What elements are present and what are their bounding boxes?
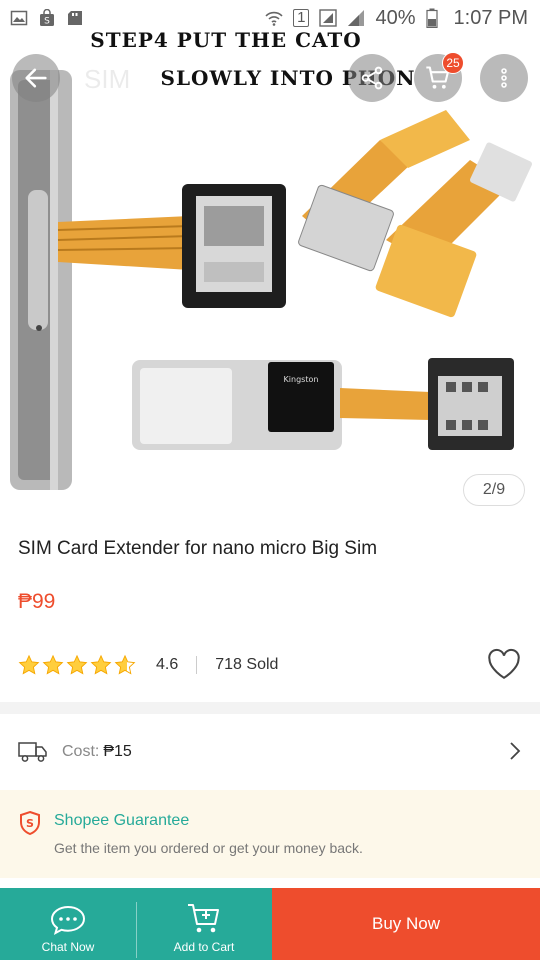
rating-row: 4.6 718 Sold: [18, 648, 522, 680]
photo-sd-icon: [68, 11, 82, 25]
divider: [196, 656, 198, 674]
guarantee-title: Shopee Guarantee: [54, 812, 190, 829]
divider: [136, 902, 137, 958]
product-image-carousel[interactable]: Kingston SIM STEP4 PUT THE CATO SLOWLY I…: [0, 0, 540, 520]
rating-stars: [18, 654, 136, 676]
product-price: ₱99: [18, 590, 56, 613]
heart-icon[interactable]: [486, 648, 522, 680]
chevron-right-icon: [510, 742, 521, 760]
sim-slot-badge: 1: [293, 9, 310, 27]
svg-text:S: S: [26, 817, 34, 830]
shield-icon: S: [20, 810, 40, 836]
svg-text:S: S: [44, 17, 50, 27]
star-icon: [90, 654, 112, 675]
signal-icon: [319, 9, 338, 27]
add-to-cart-label: Add to Cart: [173, 940, 235, 954]
shopping-bag-icon: S: [40, 9, 54, 27]
back-button[interactable]: [12, 54, 60, 102]
share-button[interactable]: [348, 54, 396, 102]
cart-button[interactable]: 25: [414, 52, 464, 102]
star-icon: [42, 654, 64, 675]
image-page-indicator: 2/9: [463, 474, 525, 506]
wifi-icon: [265, 11, 283, 26]
star-half-icon: [114, 654, 136, 675]
chat-icon: [50, 905, 86, 935]
chat-now-button[interactable]: Chat Now: [0, 888, 136, 960]
shipping-cost-value: ₱15: [103, 743, 132, 760]
guarantee-description: Get the item you ordered or get your mon…: [54, 840, 363, 856]
battery-percentage: 40%: [375, 6, 416, 29]
add-to-cart-icon: [188, 904, 219, 933]
buy-now-button[interactable]: Buy Now: [272, 888, 540, 960]
chat-now-label: Chat Now: [41, 940, 95, 954]
rating-value: 4.6: [156, 656, 179, 673]
truck-icon: [18, 742, 47, 762]
more-options-button[interactable]: [480, 54, 528, 102]
buy-now-label: Buy Now: [371, 914, 441, 933]
share-icon: [361, 66, 383, 90]
clock: 1:07 PM: [453, 6, 528, 29]
shipping-row[interactable]: Cost: ₱15: [0, 714, 540, 790]
star-icon: [18, 654, 40, 675]
star-icon: [66, 654, 88, 675]
shopee-guarantee-banner[interactable]: S Shopee Guarantee Get the item you orde…: [0, 790, 540, 878]
add-to-cart-button[interactable]: Add to Cart: [136, 888, 272, 960]
back-arrow-icon: [25, 68, 47, 88]
more-vertical-icon: [501, 68, 507, 88]
signal-strength-icon: [348, 10, 365, 26]
sold-count: 718 Sold: [215, 656, 279, 673]
shipping-cost-label: Cost:: [62, 743, 100, 760]
cart-count-badge: 25: [442, 52, 464, 74]
status-bar: S 1 40% 1:07 PM: [0, 0, 540, 36]
section-divider: [0, 702, 540, 714]
product-title: SIM Card Extender for nano micro Big Sim: [18, 538, 378, 559]
svg-text:Kingston: Kingston: [284, 375, 319, 384]
battery-icon: [425, 8, 438, 28]
image-icon: [10, 10, 28, 26]
bottom-action-bar: Chat Now Add to Cart Buy Now: [0, 888, 540, 960]
